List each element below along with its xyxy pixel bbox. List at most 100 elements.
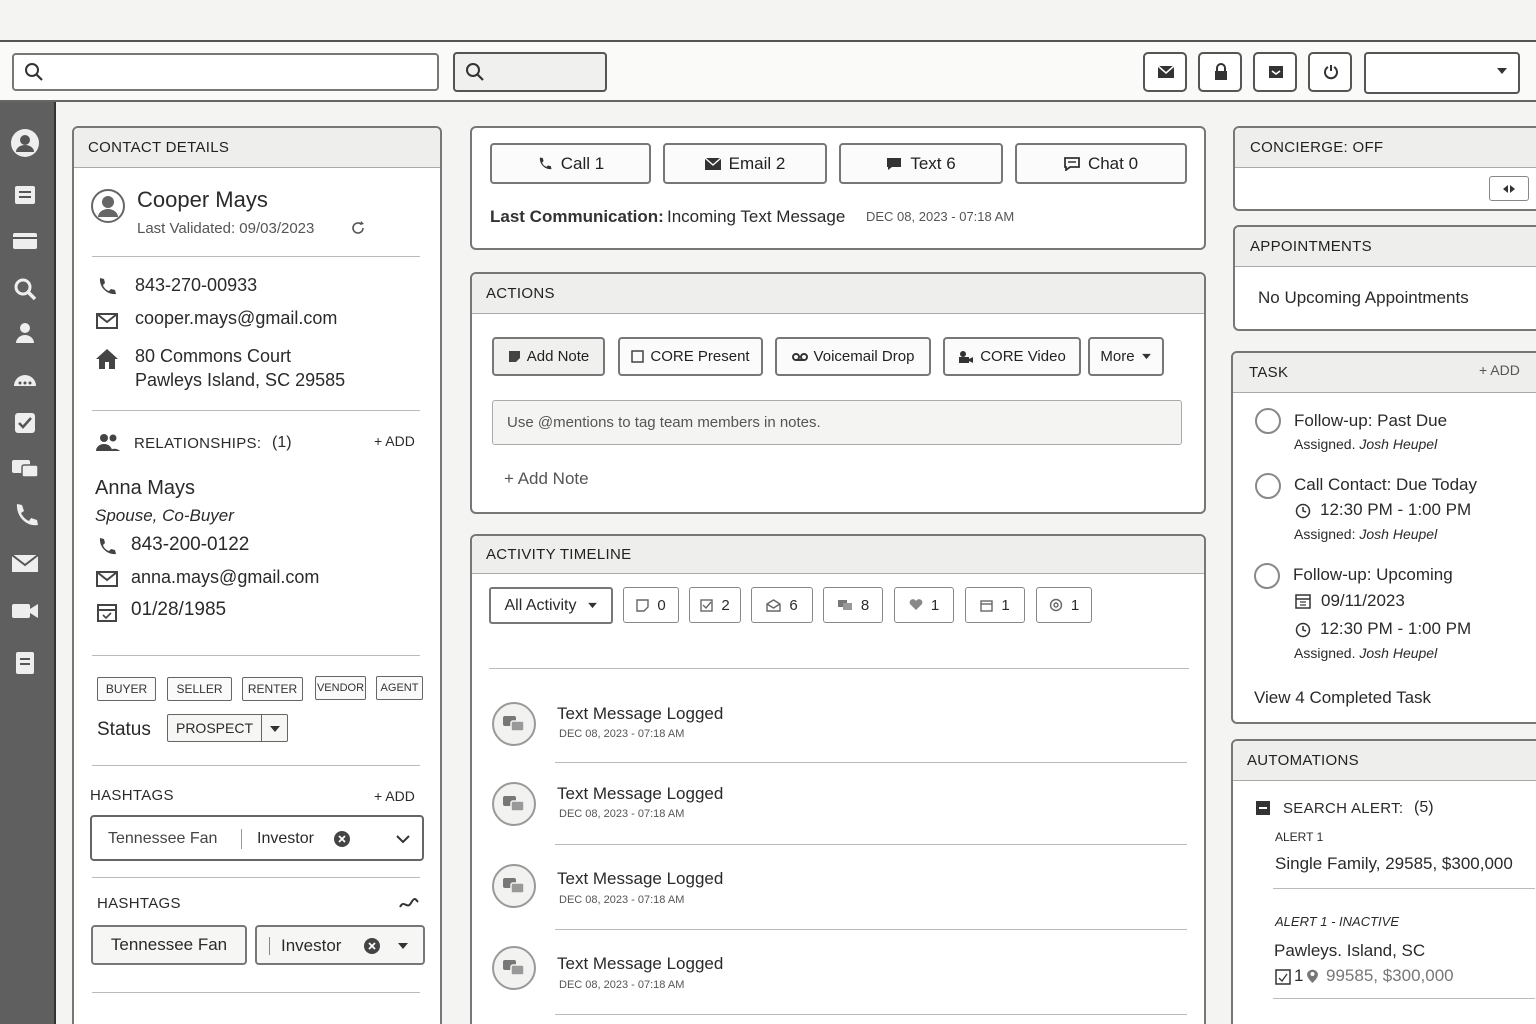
refresh-button[interactable] — [1308, 52, 1352, 92]
activity-filter-select[interactable]: All Activity — [489, 587, 613, 624]
task-assigned: Assigned. Josh Heupel — [1294, 436, 1437, 452]
timeline-item[interactable]: Text Message Logged DEC 08, 2023 - 07:18… — [490, 782, 1190, 862]
square-icon — [631, 350, 645, 363]
account-dropdown[interactable] — [1364, 52, 1520, 94]
list-icon — [8, 178, 42, 212]
filter-tasks[interactable]: 2 — [689, 587, 741, 623]
timeline-item-time: DEC 08, 2023 - 07:18 AM — [559, 894, 685, 906]
nav-calls[interactable] — [8, 498, 42, 532]
nav-search[interactable] — [8, 272, 42, 306]
collapse-square-icon[interactable] — [1256, 801, 1270, 815]
divider — [1273, 998, 1535, 999]
edit-squiggle-icon[interactable] — [399, 898, 419, 910]
type-renter[interactable]: RENTER — [242, 677, 303, 701]
last-communication-label: Last Communication: — [490, 207, 664, 226]
last-communication-time: DEC 08, 2023 - 07:18 AM — [866, 209, 1015, 224]
nav-dashboard[interactable] — [8, 362, 42, 396]
relationships-label: RELATIONSHIPS: — [134, 435, 262, 452]
type-agent[interactable]: AGENT — [376, 676, 423, 700]
core-present-button[interactable]: CORE Present — [618, 337, 763, 376]
nav-chat[interactable] — [8, 452, 42, 486]
avatar-icon — [90, 188, 126, 224]
timeline-item[interactable]: Text Message Logged DEC 08, 2023 - 07:18… — [490, 946, 1190, 1024]
chat-icon — [8, 452, 42, 486]
filter-automations[interactable]: 1 — [1036, 587, 1092, 623]
note-input[interactable]: Use @mentions to tag team members in not… — [492, 400, 1182, 445]
core-video-button[interactable]: CORE Video — [943, 337, 1081, 376]
add-note-link[interactable]: + Add Note — [504, 469, 589, 489]
global-search-input[interactable] — [12, 53, 439, 91]
more-actions-button[interactable]: More — [1088, 337, 1164, 376]
filter-appointments[interactable]: 1 — [965, 587, 1025, 623]
filter-notes[interactable]: 0 — [623, 587, 679, 623]
refresh-icon[interactable] — [350, 220, 366, 236]
add-relationship-button[interactable]: + ADD — [374, 433, 415, 449]
more-label: More — [1100, 348, 1135, 365]
nav-tasks[interactable] — [8, 406, 42, 440]
envelope-icon — [8, 546, 42, 580]
actions-header: ACTIONS — [472, 274, 1204, 314]
hashtag-select[interactable]: Tennessee Fan Investor — [90, 815, 424, 861]
call-button[interactable]: Call 1 — [490, 143, 651, 184]
hashtag-investor-label: Investor — [281, 936, 342, 955]
nav-email[interactable] — [8, 546, 42, 580]
add-task-button[interactable]: + ADD — [1479, 362, 1520, 378]
type-vendor[interactable]: VENDOR — [315, 676, 366, 700]
add-note-button[interactable]: Add Note — [492, 337, 605, 376]
hashtag-chip-investor[interactable]: Investor — [255, 925, 425, 965]
add-hashtag-button[interactable]: + ADD — [374, 788, 415, 804]
timeline-item-title: Text Message Logged — [557, 784, 724, 803]
relationship-phone[interactable]: 843-200-0122 — [131, 534, 249, 556]
remove-tag-icon[interactable] — [333, 830, 351, 848]
secondary-search-button[interactable] — [453, 52, 607, 92]
hashtag-investor: Investor — [257, 830, 314, 847]
person-icon — [8, 316, 42, 350]
timeline-item[interactable]: Text Message Logged DEC 08, 2023 - 07:18… — [490, 864, 1190, 944]
filter-notes-count: 0 — [657, 596, 666, 614]
nav-profile[interactable] — [8, 126, 42, 160]
task-checkbox[interactable] — [1254, 563, 1280, 589]
nav-video[interactable] — [8, 594, 42, 628]
type-buyer[interactable]: BUYER — [97, 677, 156, 701]
nav-cards[interactable] — [8, 224, 42, 258]
chat-button[interactable]: Chat 0 — [1015, 143, 1187, 184]
checkbox-icon — [8, 406, 42, 440]
inbox-button[interactable] — [1253, 52, 1297, 92]
type-seller[interactable]: SELLER — [167, 677, 232, 701]
envelope-icon — [96, 571, 118, 587]
text-button[interactable]: Text 6 — [839, 143, 1003, 184]
task-checkbox[interactable] — [1255, 473, 1281, 499]
email-button[interactable]: Email 2 — [663, 143, 827, 184]
mail-button[interactable] — [1143, 52, 1187, 92]
nav-documents[interactable] — [8, 646, 42, 680]
contact-email[interactable]: cooper.mays@gmail.com — [135, 308, 337, 329]
home-icon — [95, 348, 119, 370]
concierge-toggle[interactable] — [1489, 176, 1529, 201]
note-icon — [508, 350, 521, 363]
voicemail-drop-label: Voicemail Drop — [813, 348, 915, 365]
filter-emails[interactable]: 6 — [751, 587, 813, 623]
status-select[interactable]: PROSPECT — [167, 714, 288, 742]
phone-icon — [8, 498, 42, 532]
nav-contacts[interactable] — [8, 316, 42, 350]
hashtags-label-2: HASHTAGS — [97, 895, 181, 912]
hashtag-chip-tennessee-fan[interactable]: Tennessee Fan — [91, 925, 247, 965]
remove-tag-icon[interactable] — [363, 937, 381, 955]
nav-notes[interactable] — [8, 178, 42, 212]
last-validated: Last Validated: 09/03/2023 — [137, 220, 315, 237]
last-communication-value: Incoming Text Message — [667, 207, 846, 226]
filter-favorites[interactable]: 1 — [894, 587, 954, 623]
task-checkbox[interactable] — [1255, 408, 1281, 434]
relationship-name: Anna Mays — [95, 477, 196, 499]
open-envelope-icon — [766, 598, 782, 612]
filter-texts[interactable]: 8 — [823, 587, 883, 623]
card-icon — [8, 224, 42, 258]
left-nav-rail — [0, 102, 56, 1024]
divider — [92, 256, 420, 257]
contact-phone[interactable]: 843-270-00933 — [135, 275, 257, 296]
relationship-email[interactable]: anna.mays@gmail.com — [131, 567, 319, 588]
timeline-item[interactable]: Text Message Logged DEC 08, 2023 - 07:18… — [490, 702, 1190, 782]
view-completed-tasks-link[interactable]: View 4 Completed Task — [1254, 688, 1431, 708]
voicemail-drop-button[interactable]: Voicemail Drop — [775, 337, 931, 376]
lock-button[interactable] — [1198, 52, 1242, 92]
